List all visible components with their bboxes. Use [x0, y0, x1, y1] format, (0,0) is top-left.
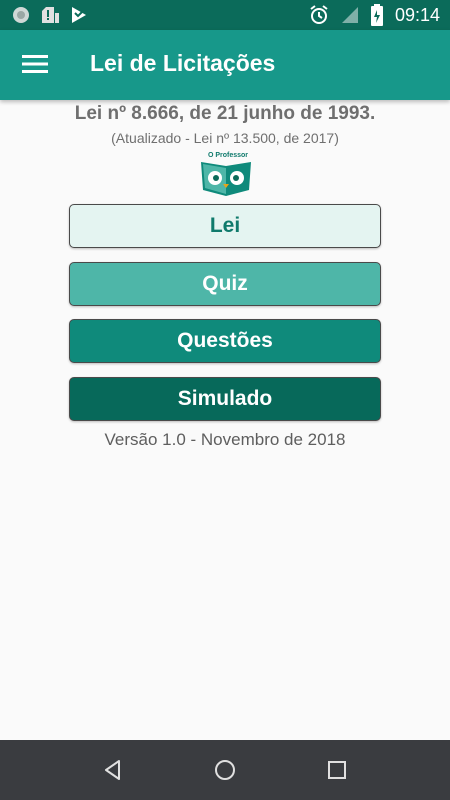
back-triangle-icon[interactable]: [101, 758, 125, 782]
quiz-button[interactable]: Quiz: [69, 262, 381, 306]
version-text: Versão 1.0 - Novembro de 2018: [104, 430, 346, 449]
app-bar: Lei de Licitações: [0, 30, 450, 100]
lei-button[interactable]: Lei: [69, 204, 381, 248]
signal-icon: [341, 7, 358, 23]
law-title: Lei nº 8.666, de 21 junho de 1993.: [74, 103, 376, 124]
circle-notification-icon: [13, 7, 29, 23]
app-title: Lei de Licitações: [90, 50, 276, 76]
logo-text: O Professor: [208, 152, 248, 159]
sim-alert-icon: [42, 7, 59, 23]
battery-icon: [370, 4, 383, 26]
simulado-button[interactable]: Simulado: [69, 377, 381, 421]
law-update-note: (Atualizado - Lei nº 13.500, de 2017): [111, 130, 339, 146]
status-bar: 09:14: [0, 0, 450, 30]
play-store-icon: [72, 7, 86, 23]
home-circle-icon[interactable]: [213, 758, 237, 782]
questoes-button[interactable]: Questões: [69, 319, 381, 363]
status-time: 09:14: [394, 4, 440, 25]
professor-owl-logo: O Professor: [201, 152, 251, 196]
alarm-icon: [310, 5, 328, 24]
hamburger-menu-icon[interactable]: [22, 53, 48, 75]
recents-square-icon[interactable]: [325, 758, 349, 782]
system-nav-bar: [0, 740, 450, 800]
